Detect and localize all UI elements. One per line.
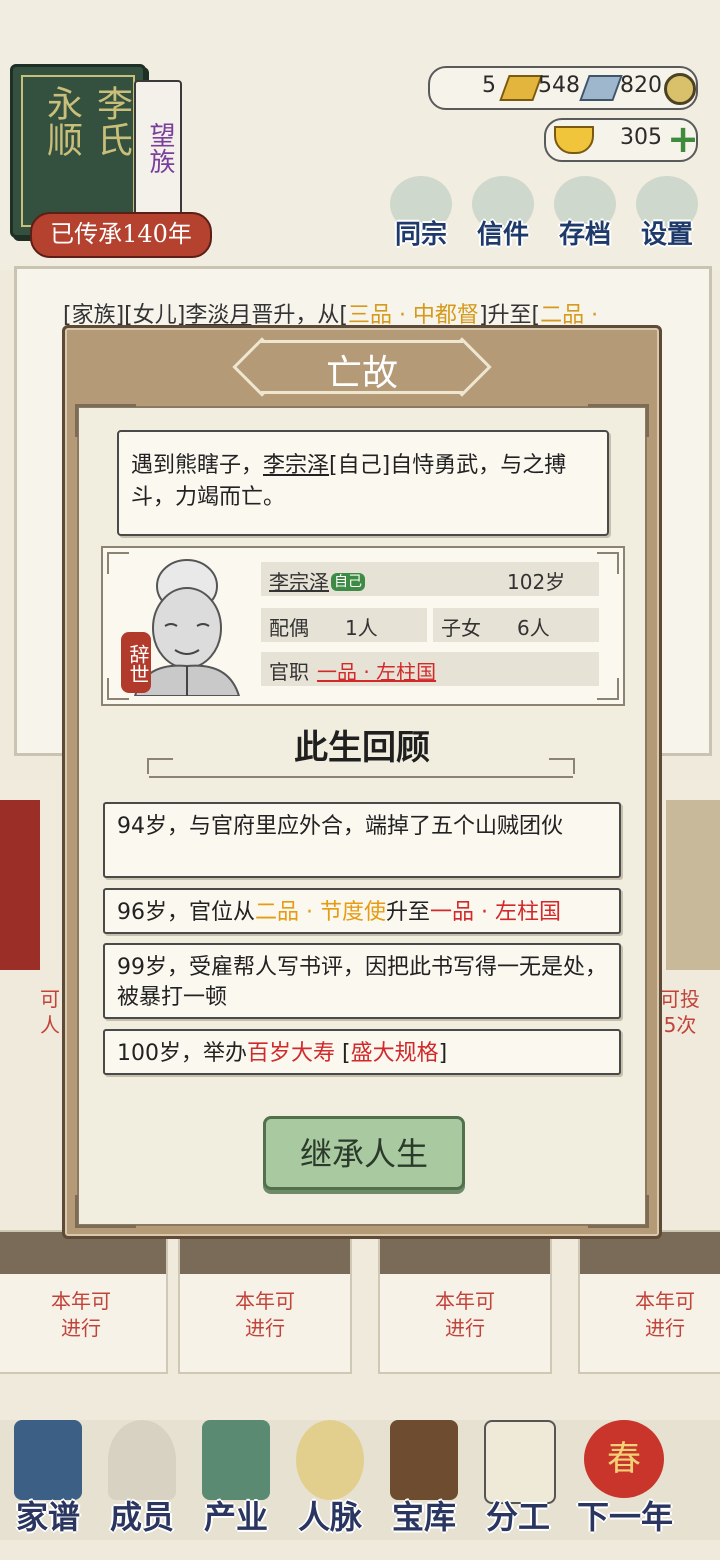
activity-card-status: 本年可 进行	[635, 1289, 695, 1340]
office-value[interactable]: 一品 · 左柱国	[317, 656, 436, 685]
deceased-stamp: 辞世	[121, 632, 151, 693]
gold-bar-count: 5	[482, 73, 496, 98]
inherit-life-button[interactable]: 继承人生	[263, 1116, 465, 1190]
office-row: 官职 一品 · 左柱国	[261, 652, 599, 686]
frame-corner	[588, 1195, 649, 1228]
clan-rank-label: 望族	[145, 122, 175, 174]
nav-label-next-year: 下一年	[576, 1498, 673, 1536]
industry-icon	[202, 1420, 270, 1500]
silver-bar-count: 548	[538, 73, 580, 98]
children-value: 6人	[517, 616, 550, 640]
clan-place-name: 永顺	[41, 85, 82, 157]
activity-cards: 本年可 进行 本年可 进行 本年可 进行 本年可 进行	[0, 1230, 720, 1374]
menu-label-letters: 信件	[476, 220, 529, 250]
side-card-right[interactable]	[664, 780, 720, 970]
menu-button-letters[interactable]: 信件	[466, 176, 540, 250]
network-icon	[296, 1420, 364, 1500]
nav-item-genealogy[interactable]: 家谱	[0, 1400, 96, 1550]
next-year-lantern-icon: 春	[584, 1420, 664, 1498]
side-card-left[interactable]	[0, 780, 56, 970]
menu-label-clan: 同宗	[394, 220, 447, 250]
office-label: 官职	[269, 660, 309, 684]
activity-card[interactable]: 本年可 进行	[578, 1230, 720, 1374]
menu-label-save: 存档	[558, 220, 611, 250]
divider-hook	[147, 758, 173, 774]
inherit-life-label: 继承人生	[299, 1135, 428, 1173]
review-divider	[147, 758, 575, 778]
activity-card-status: 本年可 进行	[235, 1289, 295, 1340]
life-event: 96岁，官位从二品 · 节度使升至一品 · 左柱国	[103, 888, 621, 934]
death-dialog: 亡故 遇到熊瞎子，李宗泽[自己]自恃勇武，与之搏斗，力竭而亡。 辞世 李宗泽 自己	[62, 325, 662, 1239]
side-card-right-image	[666, 800, 720, 970]
dialog-title-plate: 亡故	[232, 337, 492, 397]
add-ingot-icon[interactable]: +	[666, 120, 700, 158]
activity-card-status: 本年可 进行	[435, 1289, 495, 1340]
ingot-bar: 305 +	[544, 118, 700, 162]
member-icon	[108, 1420, 176, 1500]
life-event-text: 99岁，受雇帮人写书评，因把此书写得一无是处，被暴打一顿	[117, 955, 607, 1010]
silver-bar-icon	[579, 75, 623, 101]
treasury-icon	[390, 1420, 458, 1500]
clan-rank-tag: 望族	[134, 80, 182, 224]
life-event-text: 96岁，官位从二品 · 节度使升至一品 · 左柱国	[117, 900, 561, 925]
gold-bar-icon	[499, 75, 543, 101]
nav-item-industry[interactable]: 产业	[188, 1400, 284, 1550]
nav-label-genealogy: 家谱	[15, 1498, 80, 1536]
character-card: 辞世 李宗泽 自己 102岁 配偶 1人 子女 6人 官职 一品 · 左柱国	[101, 546, 625, 706]
side-card-left-image	[0, 800, 40, 970]
coin-icon	[664, 73, 696, 105]
nav-label-industry: 产业	[203, 1498, 268, 1536]
death-description-text: 遇到熊瞎子，李宗泽[自己]自恃勇武，与之搏斗，力竭而亡。	[131, 453, 567, 510]
death-description: 遇到熊瞎子，李宗泽[自己]自恃勇武，与之搏斗，力竭而亡。	[117, 430, 609, 536]
activity-card[interactable]: 本年可 进行	[378, 1230, 552, 1374]
life-event-text: 94岁，与官府里应外合，端掉了五个山贼团伙	[117, 814, 563, 839]
self-tag: 自己	[331, 573, 365, 591]
nav-item-treasury[interactable]: 宝库	[376, 1400, 472, 1550]
children-row: 子女 6人	[433, 608, 599, 642]
spouse-row: 配偶 1人	[261, 608, 427, 642]
spouse-label: 配偶	[269, 616, 309, 640]
menu-label-settings: 设置	[640, 220, 693, 250]
activity-card[interactable]: 本年可 进行	[0, 1230, 168, 1374]
activity-card[interactable]: 本年可 进行	[178, 1230, 352, 1374]
activity-card-status: 本年可 进行	[51, 1289, 111, 1340]
resource-bar: 5 548 820	[428, 66, 698, 110]
nav-label-members: 成员	[109, 1498, 174, 1536]
divider-hook	[549, 758, 575, 774]
card-corner	[597, 678, 619, 700]
life-event: 99岁，受雇帮人写书评，因把此书写得一无是处，被暴打一顿	[103, 943, 621, 1019]
menu-button-settings[interactable]: 设置	[630, 176, 704, 250]
menu-button-clan[interactable]: 同宗	[384, 176, 458, 250]
heritage-years: 已传承140年	[30, 212, 212, 258]
description-person-name[interactable]: 李宗泽	[263, 453, 329, 478]
life-event: 94岁，与官府里应外合，端掉了五个山贼团伙	[103, 802, 621, 878]
nav-label-network: 人脉	[297, 1498, 362, 1536]
children-label: 子女	[441, 616, 481, 640]
frame-corner	[75, 1195, 136, 1228]
dialog-title: 亡故	[325, 353, 398, 394]
nav-label-division: 分工	[485, 1498, 550, 1536]
nav-item-members[interactable]: 成员	[94, 1400, 190, 1550]
clan-family-name: 李氏	[91, 85, 132, 157]
genealogy-icon	[14, 1420, 82, 1500]
menu-button-save[interactable]: 存档	[548, 176, 622, 250]
nav-item-next-year[interactable]: 春 下一年	[570, 1400, 680, 1550]
nav-item-division[interactable]: 分工	[470, 1400, 566, 1550]
ingot-count: 305	[620, 125, 662, 150]
character-age: 102岁	[507, 570, 566, 594]
top-header: 永顺 李氏 望族 已传承140年 5 548 820 305 + 同宗 信件 存…	[0, 0, 720, 270]
life-event-text: 100岁，举办百岁大寿 [盛大规格]	[117, 1041, 448, 1066]
nav-label-treasury: 宝库	[391, 1498, 456, 1536]
bottom-nav: 家谱 成员 产业 人脉 宝库 分工 春 下一年	[0, 1400, 720, 1560]
spouse-value: 1人	[345, 616, 378, 640]
card-corner	[597, 552, 619, 574]
character-name[interactable]: 李宗泽 自己	[269, 566, 365, 595]
coin-count: 820	[620, 73, 662, 98]
nav-item-network[interactable]: 人脉	[282, 1400, 378, 1550]
life-event: 100岁，举办百岁大寿 [盛大规格]	[103, 1029, 621, 1075]
ingot-icon	[554, 126, 594, 154]
character-name-row: 李宗泽 自己 102岁	[261, 562, 599, 596]
